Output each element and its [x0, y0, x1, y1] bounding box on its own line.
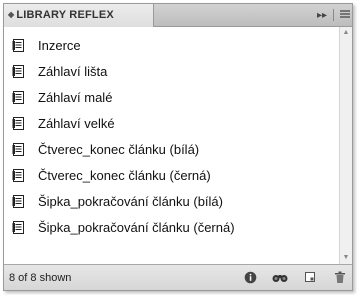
- search-binoculars-icon[interactable]: [272, 269, 288, 285]
- panel-footer: 8 of 8 shown: [4, 264, 352, 290]
- library-panel: ◆ LIBRARY REFLEX ▸▸ Inzerce Záhlaví lišta…: [3, 3, 353, 291]
- document-icon: [12, 220, 25, 234]
- info-icon[interactable]: [242, 269, 258, 285]
- panel-tab-bar: ◆ LIBRARY REFLEX ▸▸: [4, 4, 352, 27]
- list-item[interactable]: Šipka_pokračování článku (černá): [4, 214, 339, 240]
- item-label: Čtverec_konec článku (bílá): [38, 141, 200, 157]
- document-icon: [12, 38, 25, 52]
- item-label: Inzerce: [38, 37, 81, 53]
- document-icon: [12, 142, 25, 156]
- item-label: Záhlaví lišta: [38, 63, 108, 79]
- list-item[interactable]: Záhlaví velké: [4, 110, 339, 136]
- list-item[interactable]: Čtverec_konec článku (bílá): [4, 136, 339, 162]
- document-icon: [12, 116, 25, 130]
- panel-controls: ▸▸: [317, 4, 350, 26]
- list-item[interactable]: Záhlaví malé: [4, 84, 339, 110]
- document-icon: [12, 64, 25, 78]
- vertical-scrollbar[interactable]: ▲ ▼: [339, 27, 352, 264]
- panel-menu-icon[interactable]: [340, 9, 350, 22]
- collapse-chevron-icon[interactable]: ◆: [8, 10, 14, 19]
- scroll-up-icon[interactable]: ▲: [342, 29, 350, 37]
- items-shown-count: 8 of 8 shown: [9, 272, 72, 284]
- footer-toolbar: [242, 269, 348, 285]
- document-icon: [12, 168, 25, 182]
- document-icon: [12, 90, 25, 104]
- scroll-down-icon[interactable]: ▼: [342, 254, 350, 262]
- tab-library-reflex[interactable]: ◆ LIBRARY REFLEX: [4, 4, 154, 27]
- divider: [333, 9, 334, 21]
- item-label: Záhlaví velké: [38, 115, 115, 131]
- delete-icon[interactable]: [332, 269, 348, 285]
- list-item[interactable]: Šipka_pokračování článku (bílá): [4, 188, 339, 214]
- document-icon: [12, 194, 25, 208]
- list-item[interactable]: Inzerce: [4, 32, 339, 58]
- panel-title: LIBRARY REFLEX: [16, 9, 114, 21]
- library-items-list: Inzerce Záhlaví lišta Záhlaví malé Záhla…: [4, 32, 339, 240]
- item-label: Záhlaví malé: [38, 89, 113, 105]
- item-label: Čtverec_konec článku (černá): [38, 167, 211, 183]
- list-item[interactable]: Záhlaví lišta: [4, 58, 339, 84]
- item-label: Šipka_pokračování článku (černá): [38, 219, 235, 235]
- item-label: Šipka_pokračování článku (bílá): [38, 193, 223, 209]
- expand-panel-icon[interactable]: ▸▸: [317, 10, 327, 21]
- new-item-icon[interactable]: [302, 269, 318, 285]
- list-item[interactable]: Čtverec_konec článku (černá): [4, 162, 339, 188]
